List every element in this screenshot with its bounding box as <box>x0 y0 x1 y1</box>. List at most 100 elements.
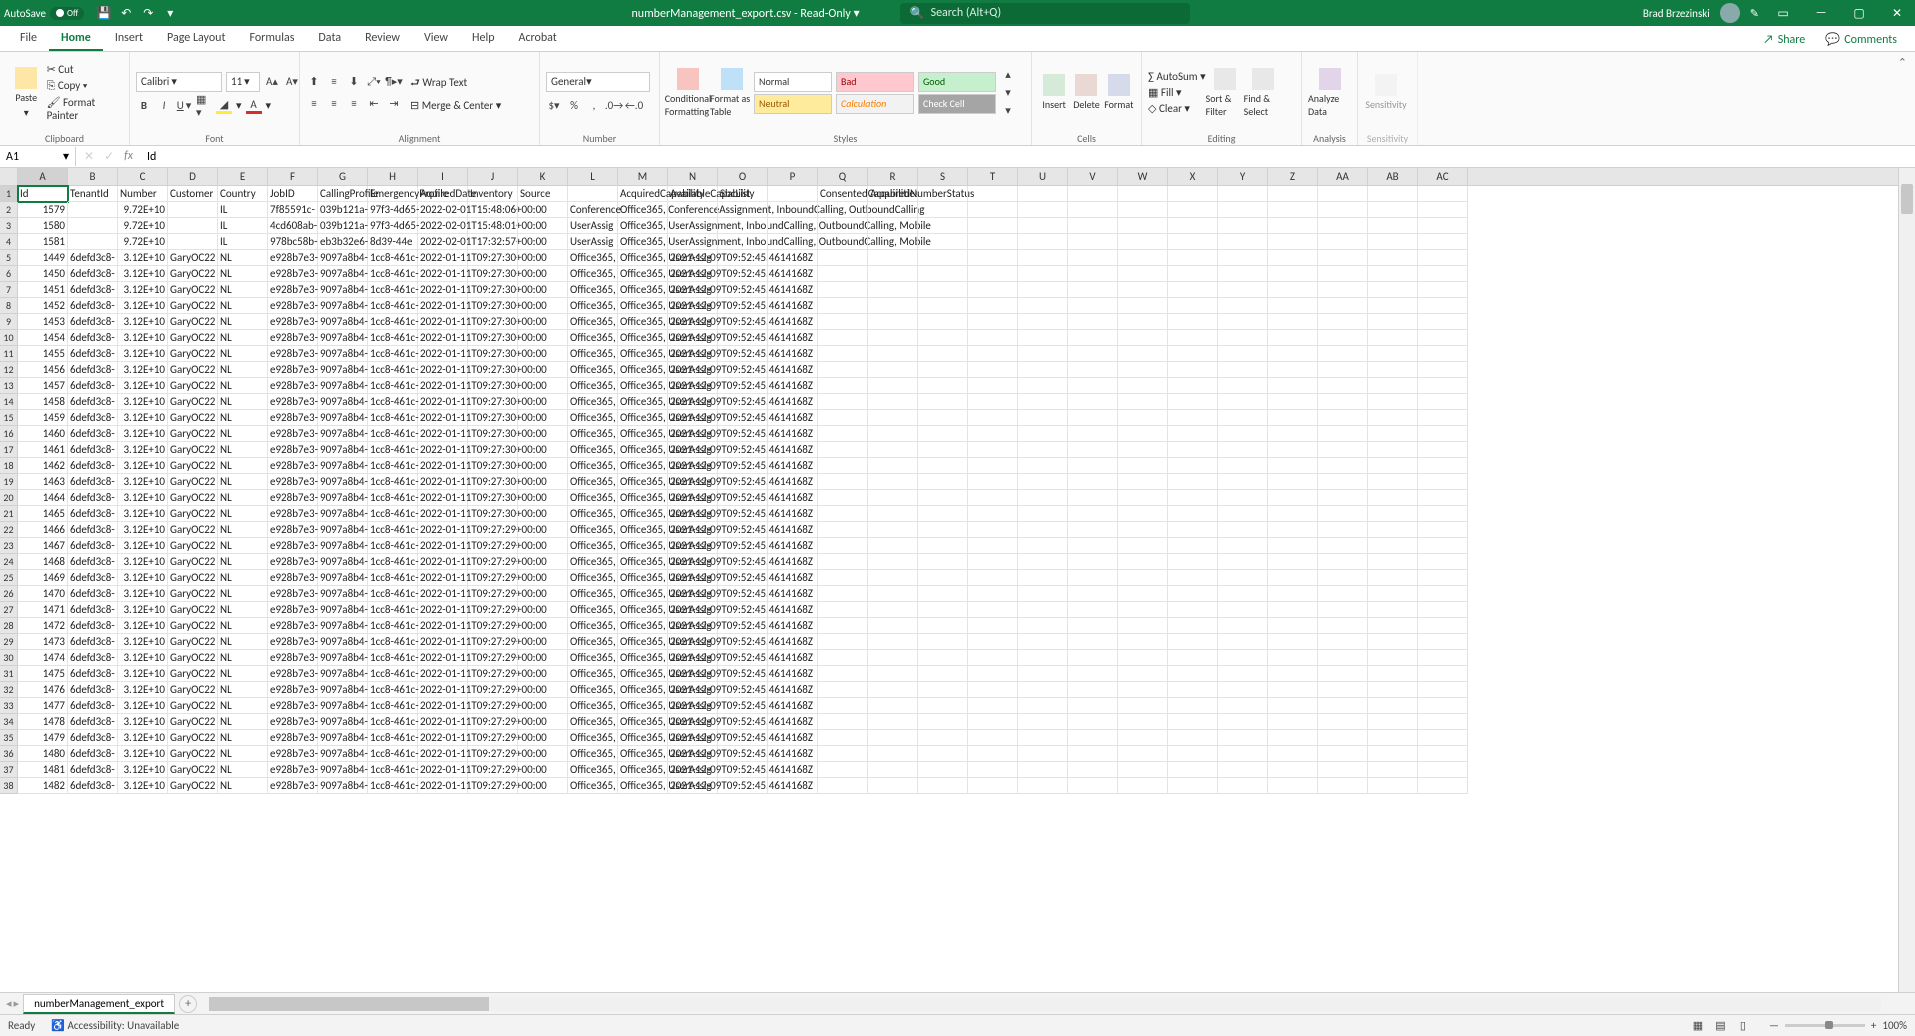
cell[interactable]: 1cc8-461c- <box>368 554 418 570</box>
cell[interactable]: NL <box>218 634 268 650</box>
cell[interactable]: 6defd3c8- <box>68 442 118 458</box>
cell[interactable] <box>1018 458 1068 474</box>
cell[interactable] <box>1218 746 1268 762</box>
cell[interactable] <box>1118 682 1168 698</box>
cell[interactable]: 2022-01-11T09:27:30+00:00 <box>418 314 468 330</box>
cell[interactable]: 7f85591c- <box>268 202 318 218</box>
cell[interactable]: 9097a8b4- <box>318 602 368 618</box>
cell[interactable] <box>1418 714 1468 730</box>
cell[interactable]: 1462 <box>18 458 68 474</box>
cell[interactable]: 2022-01-11T09:27:30+00:00 <box>418 346 468 362</box>
cell[interactable] <box>468 730 518 746</box>
cell[interactable] <box>968 202 1018 218</box>
cell[interactable]: Office365, <box>568 394 618 410</box>
cell[interactable] <box>668 218 718 234</box>
cell[interactable] <box>1418 602 1468 618</box>
cell[interactable]: 2021-12-09T09:52:45.4614168Z <box>668 490 718 506</box>
cell[interactable]: 1458 <box>18 394 68 410</box>
cell[interactable]: GaryOC22 <box>168 490 218 506</box>
cell[interactable] <box>918 570 968 586</box>
cell[interactable]: 9097a8b4- <box>318 426 368 442</box>
cell[interactable] <box>768 330 818 346</box>
cell[interactable] <box>518 314 568 330</box>
cell[interactable]: Office365, UserAssignment, InboundCallin… <box>618 218 668 234</box>
cell[interactable] <box>518 634 568 650</box>
cell[interactable] <box>1268 586 1318 602</box>
cell[interactable]: 2022-01-11T09:27:29+00:00 <box>418 618 468 634</box>
cell[interactable] <box>718 362 768 378</box>
cell[interactable]: 1464 <box>18 490 68 506</box>
cell[interactable]: 1581 <box>18 234 68 250</box>
cell[interactable]: Office365, UserAssig <box>618 634 668 650</box>
cell[interactable]: 9097a8b4- <box>318 410 368 426</box>
cell[interactable] <box>1218 698 1268 714</box>
style-neutral[interactable]: Neutral <box>754 94 832 114</box>
cell[interactable] <box>718 346 768 362</box>
cell[interactable]: 3.12E+10 <box>118 458 168 474</box>
cell[interactable] <box>768 682 818 698</box>
cell[interactable] <box>1268 410 1318 426</box>
cell[interactable]: 9097a8b4- <box>318 778 368 794</box>
orientation-icon[interactable]: ⤢▾ <box>366 74 382 90</box>
formula-input[interactable]: Id <box>141 148 1915 166</box>
align-right-icon[interactable]: ≡ <box>346 96 362 112</box>
cell[interactable] <box>1118 698 1168 714</box>
cell[interactable]: GaryOC22 <box>168 458 218 474</box>
cell[interactable]: 3.12E+10 <box>118 442 168 458</box>
cell[interactable] <box>868 426 918 442</box>
cell[interactable] <box>518 762 568 778</box>
align-top-icon[interactable]: ⬆ <box>306 74 322 90</box>
cell[interactable]: 1461 <box>18 442 68 458</box>
cell[interactable]: 9097a8b4- <box>318 330 368 346</box>
cell[interactable] <box>968 730 1018 746</box>
cell[interactable] <box>818 538 868 554</box>
cell[interactable]: 6defd3c8- <box>68 778 118 794</box>
cell[interactable]: Office365, <box>568 330 618 346</box>
cell[interactable] <box>1418 746 1468 762</box>
cell[interactable]: 2022-01-11T09:27:29+00:00 <box>418 698 468 714</box>
cell[interactable] <box>518 522 568 538</box>
cell[interactable]: 9097a8b4- <box>318 394 368 410</box>
cell[interactable] <box>1318 202 1368 218</box>
cell[interactable] <box>1318 618 1368 634</box>
cell[interactable] <box>1368 202 1418 218</box>
cell[interactable]: 6defd3c8- <box>68 762 118 778</box>
cell[interactable]: 2021-12-09T09:52:45.4614168Z <box>668 458 718 474</box>
styles-more-up-icon[interactable]: ▴ <box>1000 67 1016 83</box>
cell[interactable] <box>818 698 868 714</box>
cell[interactable]: AquiredDate <box>418 186 468 202</box>
cell[interactable] <box>1418 186 1468 202</box>
cell[interactable]: NL <box>218 378 268 394</box>
cell[interactable]: 2021-12-09T09:52:45.4614168Z <box>668 346 718 362</box>
cell[interactable] <box>1318 314 1368 330</box>
cell[interactable] <box>1168 202 1218 218</box>
cell[interactable]: 2021-12-09T09:52:45.4614168Z <box>668 602 718 618</box>
cell[interactable] <box>1218 570 1268 586</box>
col-header-S[interactable]: S <box>918 168 968 185</box>
col-header-AB[interactable]: AB <box>1368 168 1418 185</box>
cell[interactable]: SbcList <box>718 186 768 202</box>
cell[interactable]: e928b7e3- <box>268 554 318 570</box>
cell[interactable]: 2022-01-11T09:27:30+00:00 <box>418 410 468 426</box>
cell[interactable] <box>68 218 118 234</box>
cell[interactable]: 2021-12-09T09:52:45.4614168Z <box>668 474 718 490</box>
cell[interactable] <box>968 362 1018 378</box>
cell[interactable] <box>1318 602 1368 618</box>
cell[interactable] <box>1118 250 1168 266</box>
cell[interactable] <box>1118 202 1168 218</box>
cell[interactable] <box>718 762 768 778</box>
cell[interactable]: Office365, <box>568 730 618 746</box>
cell[interactable]: 6defd3c8- <box>68 746 118 762</box>
row-header[interactable]: 9 <box>0 314 18 330</box>
cell[interactable]: IL <box>218 234 268 250</box>
cell[interactable]: GaryOC22 <box>168 282 218 298</box>
cell[interactable]: 6defd3c8- <box>68 522 118 538</box>
cell[interactable]: 1467 <box>18 538 68 554</box>
cell[interactable] <box>1318 506 1368 522</box>
cell[interactable] <box>518 458 568 474</box>
cell[interactable]: 9097a8b4- <box>318 458 368 474</box>
cell[interactable] <box>718 442 768 458</box>
cell[interactable] <box>1418 298 1468 314</box>
col-header-X[interactable]: X <box>1168 168 1218 185</box>
cell[interactable] <box>718 650 768 666</box>
